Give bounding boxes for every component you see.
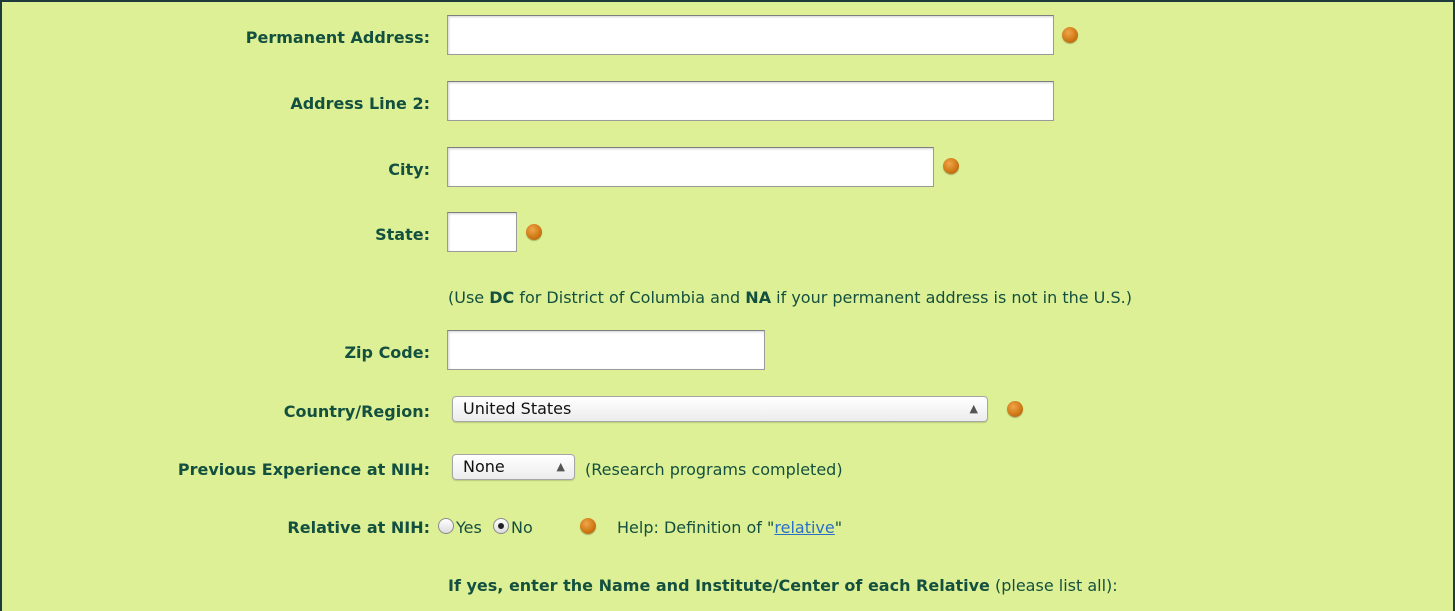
- select-arrows-icon: ▲: [556, 460, 565, 473]
- previous-experience-label: Previous Experience at NIH:: [177, 460, 430, 479]
- relative-definition-link[interactable]: relative: [774, 518, 834, 537]
- city-label: City:: [388, 160, 430, 179]
- relative-help: Help: Definition of "relative": [617, 518, 843, 537]
- state-input[interactable]: [447, 212, 517, 252]
- relative-label: Relative at NIH:: [287, 518, 430, 537]
- relative-no-radio[interactable]: [493, 518, 509, 534]
- previous-experience-note: (Research programs completed): [585, 460, 843, 479]
- required-indicator-icon: [943, 158, 959, 174]
- state-label: State:: [375, 225, 430, 244]
- select-arrows-icon: ▲: [969, 402, 978, 415]
- relative-yes-radio[interactable]: [438, 518, 454, 534]
- zip-code-label: Zip Code:: [344, 343, 430, 362]
- country-select[interactable]: United States ▲: [452, 396, 988, 422]
- required-indicator-icon: [1062, 27, 1078, 43]
- relative-instructions: If yes, enter the Name and Institute/Cen…: [448, 576, 1118, 595]
- relative-yes-label[interactable]: Yes: [456, 518, 482, 537]
- city-input[interactable]: [447, 147, 934, 187]
- required-indicator-icon: [526, 224, 542, 240]
- required-indicator-icon: [1007, 401, 1023, 417]
- previous-experience-selected-value: None: [463, 457, 505, 476]
- previous-experience-select[interactable]: None ▲: [452, 454, 575, 480]
- country-selected-value: United States: [463, 399, 572, 418]
- address-line-2-input[interactable]: [447, 81, 1054, 121]
- permanent-address-input[interactable]: [447, 15, 1054, 55]
- country-label: Country/Region:: [283, 402, 430, 421]
- zip-code-input[interactable]: [447, 330, 765, 370]
- address-line-2-label: Address Line 2:: [290, 94, 430, 113]
- required-indicator-icon: [580, 518, 596, 534]
- relative-no-label[interactable]: No: [511, 518, 533, 537]
- permanent-address-label: Permanent Address:: [245, 28, 430, 47]
- state-help-note: (Use DC for District of Columbia and NA …: [448, 288, 1132, 307]
